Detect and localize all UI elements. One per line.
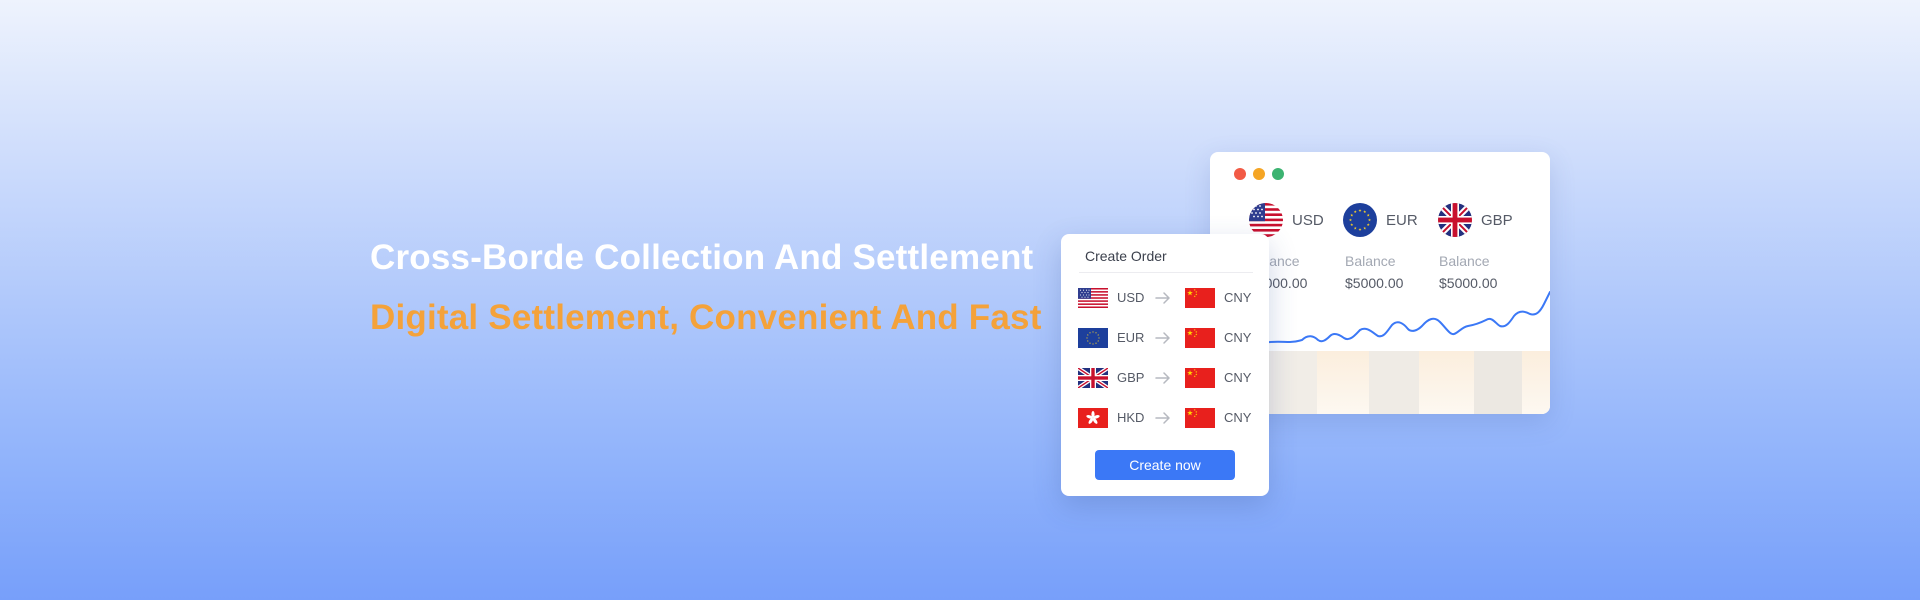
arrow-right-icon bbox=[1155, 411, 1171, 425]
to-currency-code: CNY bbox=[1224, 410, 1252, 425]
conversion-row-eur-cny[interactable]: EUR CNY bbox=[1061, 326, 1269, 350]
to-currency-code: CNY bbox=[1224, 290, 1252, 305]
to-currency-code: CNY bbox=[1224, 330, 1252, 345]
currency-gbp[interactable]: GBP bbox=[1438, 203, 1513, 237]
arrow-right-icon bbox=[1155, 371, 1171, 385]
balance-label: Balance bbox=[1439, 253, 1490, 269]
order-title: Create Order bbox=[1085, 248, 1167, 264]
to-currency-code: CNY bbox=[1224, 370, 1252, 385]
eu-flag-icon bbox=[1078, 328, 1108, 348]
hk-flag-icon bbox=[1078, 408, 1108, 428]
arrow-right-icon bbox=[1155, 331, 1171, 345]
currency-code: GBP bbox=[1481, 211, 1513, 229]
window-close-dot[interactable] bbox=[1234, 168, 1246, 180]
cn-flag-icon bbox=[1185, 408, 1215, 428]
chart-column bbox=[1474, 351, 1522, 414]
currency-usd[interactable]: USD bbox=[1249, 203, 1324, 237]
from-currency-code: GBP bbox=[1117, 370, 1145, 385]
cn-flag-icon bbox=[1185, 328, 1215, 348]
eu-flag-icon bbox=[1343, 203, 1377, 237]
window-minimize-dot[interactable] bbox=[1253, 168, 1265, 180]
conversion-row-gbp-cny[interactable]: GBP CNY bbox=[1061, 366, 1269, 390]
cn-flag-icon bbox=[1185, 368, 1215, 388]
uk-flag-icon bbox=[1078, 368, 1108, 388]
uk-flag-icon bbox=[1438, 203, 1472, 237]
from-currency-code: HKD bbox=[1117, 410, 1145, 425]
hero-subheadline: Digital Settlement, Convenient And Fast bbox=[370, 298, 1042, 337]
currency-code: USD bbox=[1292, 211, 1324, 229]
currency-eur[interactable]: EUR bbox=[1343, 203, 1418, 237]
order-divider bbox=[1079, 272, 1253, 273]
currency-code: EUR bbox=[1386, 211, 1418, 229]
us-flag-icon bbox=[1078, 288, 1108, 308]
us-flag-icon bbox=[1249, 203, 1283, 237]
balance-label: Balance bbox=[1345, 253, 1396, 269]
chart-column bbox=[1369, 351, 1419, 414]
from-currency-code: EUR bbox=[1117, 330, 1145, 345]
window-maximize-dot[interactable] bbox=[1272, 168, 1284, 180]
conversion-row-hkd-cny[interactable]: HKD CNY bbox=[1061, 406, 1269, 430]
conversion-row-usd-cny[interactable]: USD CNY bbox=[1061, 286, 1269, 310]
chart-column bbox=[1267, 351, 1317, 414]
create-now-button[interactable]: Create now bbox=[1095, 450, 1235, 480]
hero-headline: Cross-Borde Collection And Settlement bbox=[370, 238, 1034, 277]
from-currency-code: USD bbox=[1117, 290, 1145, 305]
create-order-card: Create Order USD CNY EUR CNY GBP CNY HKD… bbox=[1061, 234, 1269, 496]
arrow-right-icon bbox=[1155, 291, 1171, 305]
hero-text: Cross-Borde Collection And Settlement Di… bbox=[370, 236, 1042, 340]
cn-flag-icon bbox=[1185, 288, 1215, 308]
